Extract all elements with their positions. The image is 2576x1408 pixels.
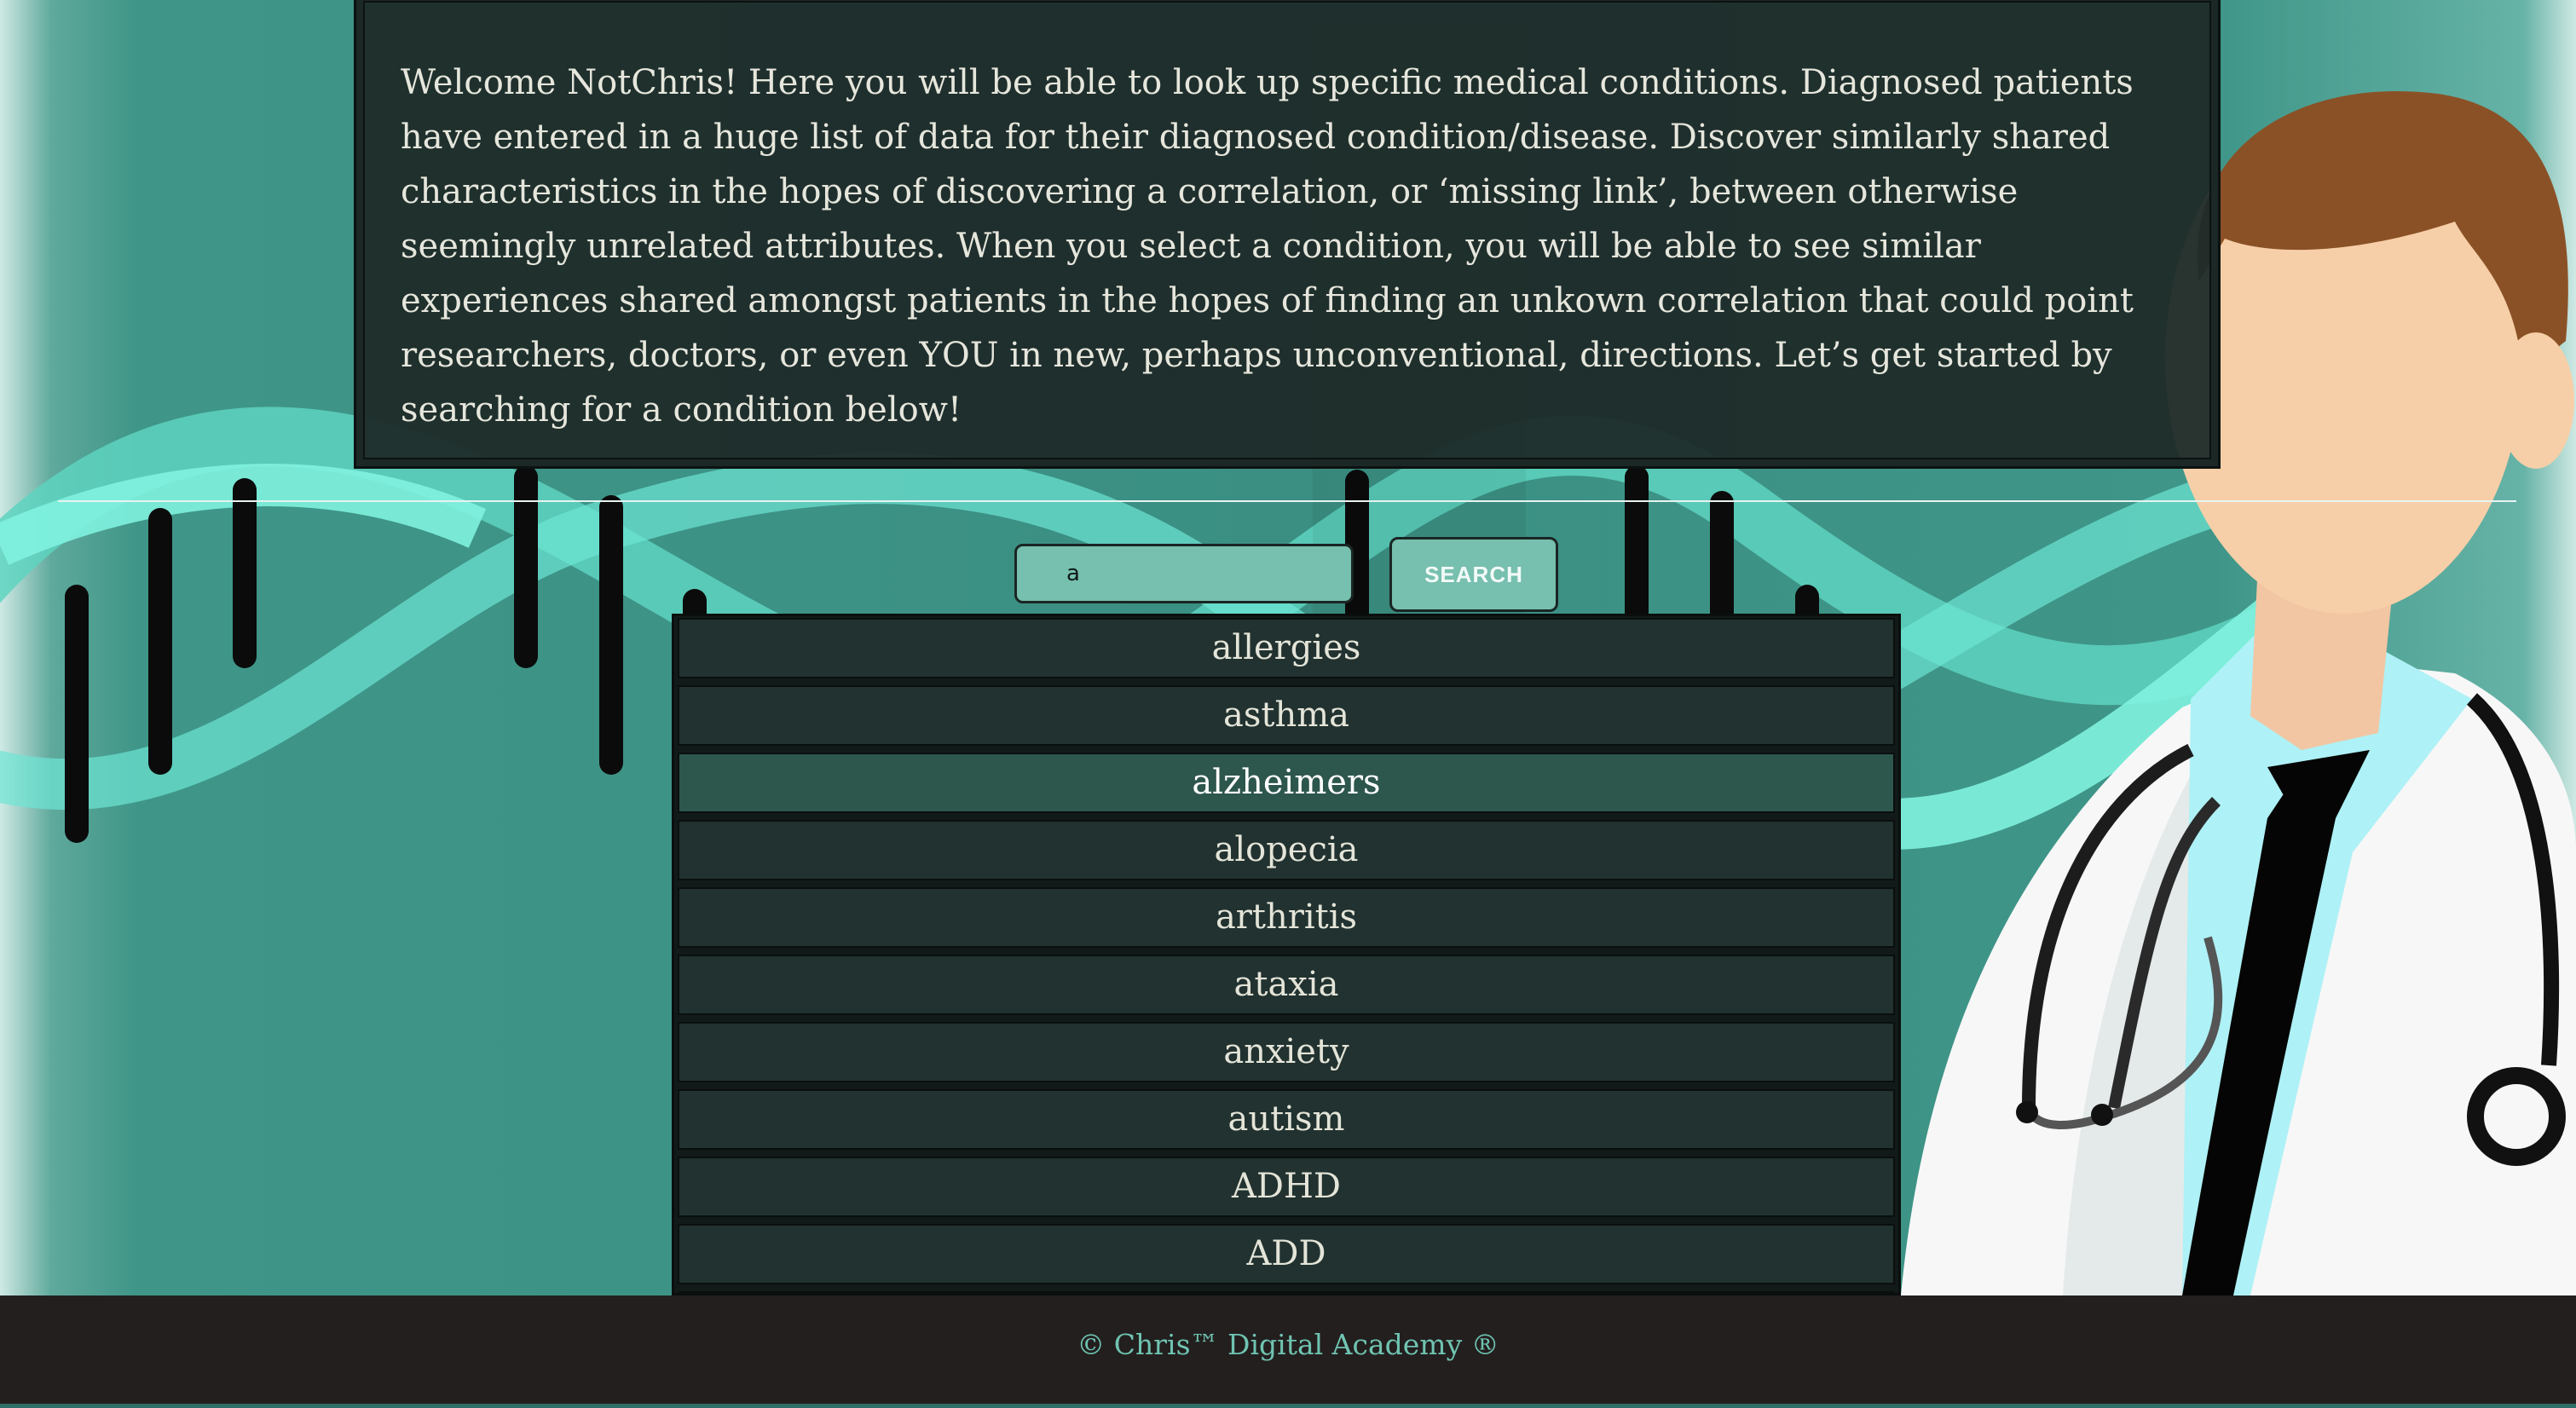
- list-item-arthritis[interactable]: arthritis: [678, 887, 1895, 948]
- list-item-alopecia[interactable]: alopecia: [678, 820, 1895, 880]
- section-divider: [58, 500, 2516, 502]
- list-item-adhd[interactable]: ADHD: [678, 1157, 1895, 1217]
- list-item-autism[interactable]: autism: [678, 1089, 1895, 1150]
- welcome-message: Welcome NotChris! Here you will be able …: [401, 63, 2134, 430]
- search-button[interactable]: SEARCH: [1389, 537, 1558, 612]
- list-item-asthma[interactable]: asthma: [678, 685, 1895, 746]
- list-item-add[interactable]: ADD: [678, 1224, 1895, 1284]
- condition-suggestion-list[interactable]: allergies asthma alzheimers alopecia art…: [672, 614, 1901, 1295]
- list-item-allergies[interactable]: allergies: [678, 618, 1895, 678]
- list-item-anxiety[interactable]: anxiety: [678, 1022, 1895, 1082]
- condition-search-input[interactable]: [1014, 544, 1354, 603]
- intro-panel: Welcome NotChris! Here you will be able …: [354, 0, 2221, 469]
- list-item-alzheimers[interactable]: alzheimers: [678, 753, 1895, 813]
- list-item-ataxia[interactable]: ataxia: [678, 955, 1895, 1015]
- footer-copyright: © Chris™ Digital Academy ®: [1077, 1328, 1499, 1361]
- page-footer: © Chris™ Digital Academy ®: [0, 1295, 2576, 1408]
